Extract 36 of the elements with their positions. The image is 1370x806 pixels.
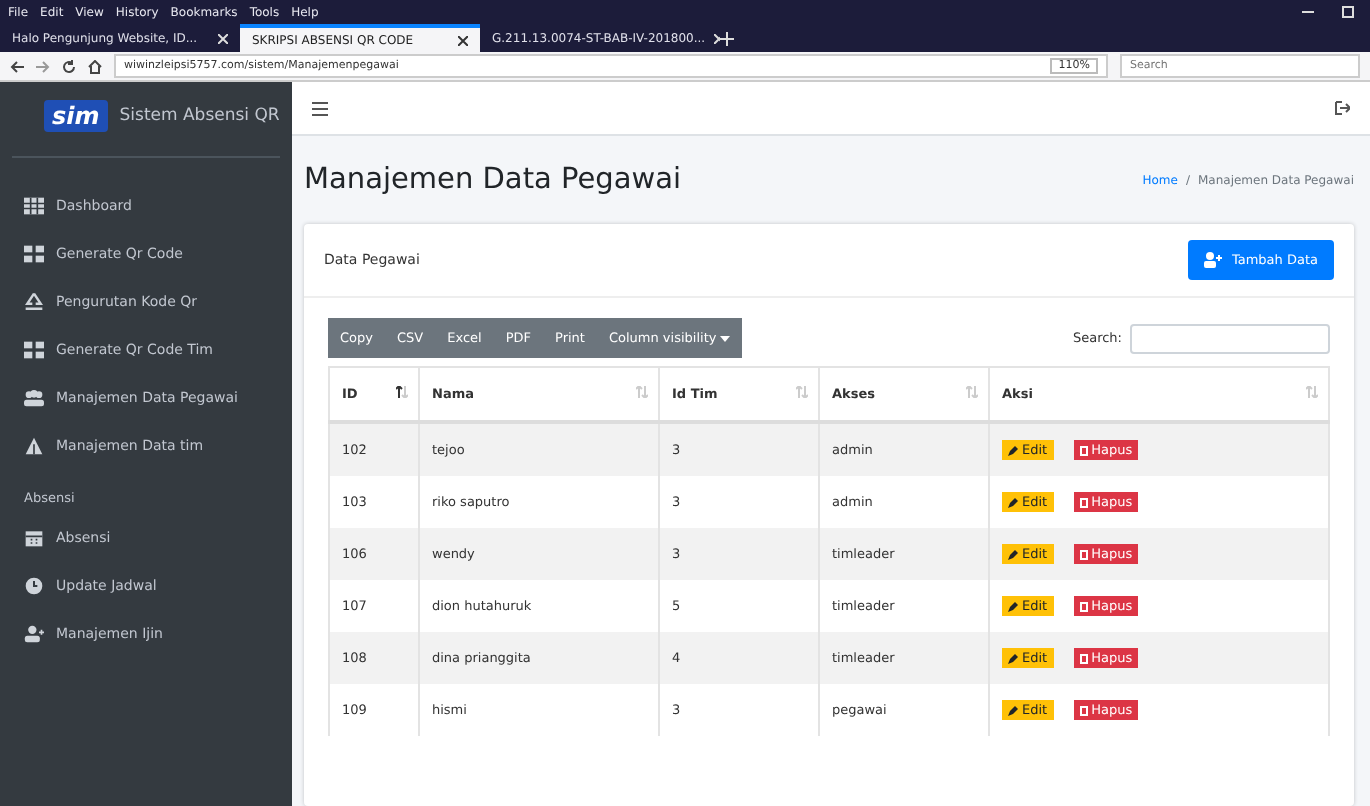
user-icon	[24, 624, 44, 644]
pencil-icon	[1008, 549, 1018, 559]
trash-icon	[1079, 549, 1088, 559]
pencil-icon	[1008, 653, 1018, 663]
brand-title: Sistem Absensi QR	[119, 106, 280, 126]
trash-icon	[1079, 445, 1088, 455]
qr-icon	[24, 340, 44, 360]
forward-arrow-icon[interactable]	[36, 59, 50, 73]
maximize-icon[interactable]	[1342, 6, 1354, 18]
grid-icon	[24, 196, 44, 216]
pencil-icon	[1008, 601, 1018, 611]
logo: sim	[44, 100, 108, 132]
pencil-icon	[1008, 445, 1018, 455]
logout-icon[interactable]	[1334, 100, 1350, 116]
home-icon[interactable]	[88, 59, 102, 73]
clock-icon	[24, 576, 44, 596]
plus-icon[interactable]	[720, 31, 734, 45]
trash-icon	[1079, 497, 1088, 507]
minimize-icon[interactable]	[1302, 6, 1314, 18]
calendar-icon	[24, 528, 44, 548]
sitemap-icon	[24, 436, 44, 456]
trash-icon	[1079, 653, 1088, 663]
trash-icon	[1079, 705, 1088, 715]
menu-icon[interactable]	[312, 101, 328, 115]
pencil-icon	[1008, 705, 1018, 715]
qr-icon	[24, 244, 44, 264]
search-field[interactable]	[1130, 323, 1330, 353]
sort-arrows-icon[interactable]	[396, 386, 408, 398]
page-title: Manajemen Data Pegawai	[304, 164, 682, 196]
trash-icon	[1079, 601, 1088, 611]
users-icon	[24, 388, 44, 408]
caret-icon	[720, 336, 731, 342]
back-arrow-icon[interactable]	[10, 59, 24, 73]
reload-icon[interactable]	[62, 59, 76, 73]
add-user-icon	[1203, 252, 1222, 268]
pencil-icon	[1008, 497, 1018, 507]
